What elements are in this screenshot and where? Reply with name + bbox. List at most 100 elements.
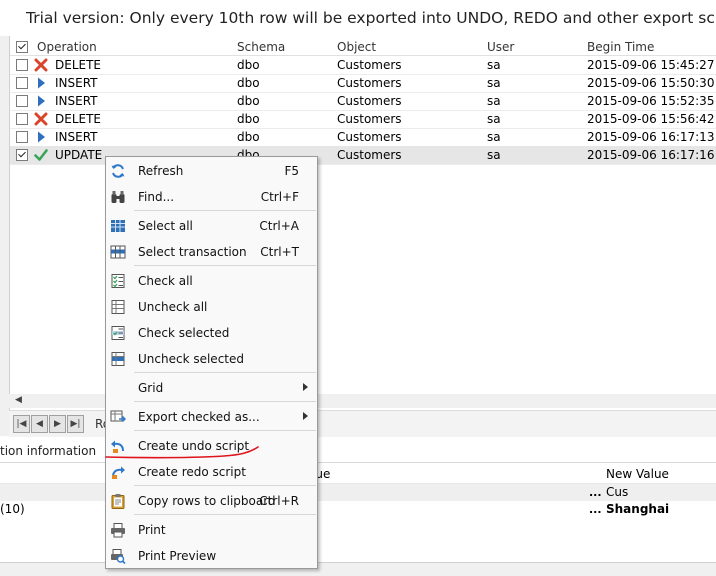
menu-separator <box>134 514 316 515</box>
operation-cell: INSERT <box>55 130 98 144</box>
row-checkbox[interactable] <box>16 77 28 89</box>
check-all-icon <box>111 274 125 288</box>
menu-item-uncheck-selected[interactable]: Uncheck selected <box>106 347 317 371</box>
menu-item-label: Check all <box>138 274 193 288</box>
menu-item-shortcut: Ctrl+F <box>260 190 299 204</box>
menu-item-refresh[interactable]: Refresh F5 <box>106 159 317 183</box>
menu-separator <box>134 430 316 431</box>
menu-separator <box>134 210 316 211</box>
schema-cell: dbo <box>237 94 260 108</box>
menu-item-select-transaction[interactable]: Select transaction Ctrl+T <box>106 240 317 264</box>
menu-item-check-all[interactable]: Check all <box>106 269 317 293</box>
update-icon <box>34 149 48 161</box>
operation-cell: DELETE <box>55 112 102 126</box>
schema-cell: dbo <box>237 76 260 90</box>
binoculars-icon <box>111 191 125 203</box>
menu-item-label: Copy rows to clipboard <box>138 494 276 508</box>
ellipsis-button[interactable]: ... <box>589 503 602 516</box>
last-record-button[interactable]: ▶| <box>67 415 84 433</box>
ellipsis-button[interactable]: ... <box>589 486 602 499</box>
menu-item-check-selected[interactable]: Check selected <box>106 321 317 345</box>
menu-item-label: Export checked as... <box>138 410 260 424</box>
menu-item-label: Refresh <box>138 164 184 178</box>
export-icon <box>110 410 126 423</box>
column-header-operation[interactable]: Operation <box>37 38 97 56</box>
row-checkbox[interactable] <box>16 113 28 125</box>
object-cell: Customers <box>337 94 402 108</box>
print-icon <box>111 523 125 538</box>
redo-script-icon <box>112 466 125 479</box>
column-header-new-value[interactable]: New Value <box>606 466 669 483</box>
row-checkbox[interactable] <box>16 131 28 143</box>
select-all-icon <box>111 220 125 232</box>
begin-time-cell: 2015-09-06 16:17:13 <box>587 130 715 144</box>
column-header-user[interactable]: User <box>487 38 514 56</box>
user-cell: sa <box>487 130 501 144</box>
user-cell: sa <box>487 94 501 108</box>
operation-cell: INSERT <box>55 76 98 90</box>
check-selected-icon <box>111 326 125 340</box>
header-checkbox[interactable] <box>16 41 28 53</box>
user-cell: sa <box>487 76 501 90</box>
user-cell: sa <box>487 148 501 162</box>
column-header-schema[interactable]: Schema <box>237 38 285 56</box>
trial-banner: Trial version: Only every 10th row will … <box>0 0 716 37</box>
menu-item-copy-rows[interactable]: Copy rows to clipboard Ctrl+R <box>106 489 317 513</box>
operation-cell: INSERT <box>55 94 98 108</box>
object-cell: Customers <box>337 130 402 144</box>
menu-item-grid[interactable]: Grid <box>106 376 317 400</box>
previous-record-button[interactable]: ◀ <box>31 415 48 433</box>
row-checkbox[interactable] <box>16 59 28 71</box>
menu-item-shortcut: Ctrl+R <box>259 494 299 508</box>
table-row[interactable]: INSERT dbo Customers sa 2015-09-06 15:50… <box>10 74 716 93</box>
table-row[interactable]: INSERT dbo Customers sa 2015-09-06 16:17… <box>10 128 716 147</box>
row-checkbox[interactable] <box>16 149 28 161</box>
scroll-left-icon[interactable]: ◀ <box>15 395 22 405</box>
menu-item-label: Uncheck all <box>138 300 208 314</box>
menu-separator <box>134 265 316 266</box>
table-row[interactable]: INSERT dbo Customers sa 2015-09-06 15:52… <box>10 92 716 111</box>
schema-cell: dbo <box>237 112 260 126</box>
operation-cell: DELETE <box>55 58 102 72</box>
menu-item-uncheck-all[interactable]: Uncheck all <box>106 295 317 319</box>
grid-header: Operation Schema Object User Begin Time <box>10 38 716 56</box>
begin-time-cell: 2015-09-06 15:52:35 <box>587 94 715 108</box>
clipboard-icon <box>111 494 125 509</box>
print-preview-icon <box>111 549 126 564</box>
menu-item-label: Select transaction <box>138 245 247 259</box>
menu-item-print-preview[interactable]: Print Preview <box>106 544 317 568</box>
menu-item-find[interactable]: Find... Ctrl+F <box>106 185 317 209</box>
column-header-begin-time[interactable]: Begin Time <box>587 38 654 56</box>
menu-item-print[interactable]: Print <box>106 518 317 542</box>
uncheck-selected-icon <box>111 352 125 366</box>
begin-time-cell: 2015-09-06 16:17:16 <box>587 148 715 162</box>
menu-item-label: Uncheck selected <box>138 352 244 366</box>
menu-separator <box>134 485 316 486</box>
next-record-button[interactable]: ▶ <box>49 415 66 433</box>
select-transaction-icon <box>110 245 126 259</box>
delete-icon <box>34 112 48 126</box>
row-checkbox[interactable] <box>16 95 28 107</box>
submenu-arrow-icon <box>303 383 308 391</box>
menu-item-label: Select all <box>138 219 193 233</box>
menu-item-label: Print Preview <box>138 549 217 563</box>
menu-item-label: Print <box>138 523 166 537</box>
menu-item-export-checked[interactable]: Export checked as... <box>106 405 317 429</box>
table-row[interactable]: DELETE dbo Customers sa 2015-09-06 15:45… <box>10 56 716 75</box>
menu-item-shortcut: F5 <box>284 164 299 178</box>
menu-item-select-all[interactable]: Select all Ctrl+A <box>106 214 317 238</box>
column-header-object[interactable]: Object <box>337 38 376 56</box>
menu-item-label: Check selected <box>138 326 230 340</box>
object-cell: Customers <box>337 112 402 126</box>
begin-time-cell: 2015-09-06 15:45:27 <box>587 58 715 72</box>
schema-cell: dbo <box>237 130 260 144</box>
submenu-arrow-icon <box>303 412 308 420</box>
table-row[interactable]: DELETE dbo Customers sa 2015-09-06 15:56… <box>10 110 716 129</box>
first-record-button[interactable]: |◀ <box>13 415 30 433</box>
menu-item-shortcut: Ctrl+T <box>260 245 299 259</box>
begin-time-cell: 2015-09-06 15:56:42 <box>587 112 715 126</box>
old-value-cell: (10) <box>0 502 25 516</box>
new-value-cell: Cus <box>606 485 629 499</box>
operation-cell: UPDATE <box>55 148 103 162</box>
delete-icon <box>34 58 48 72</box>
